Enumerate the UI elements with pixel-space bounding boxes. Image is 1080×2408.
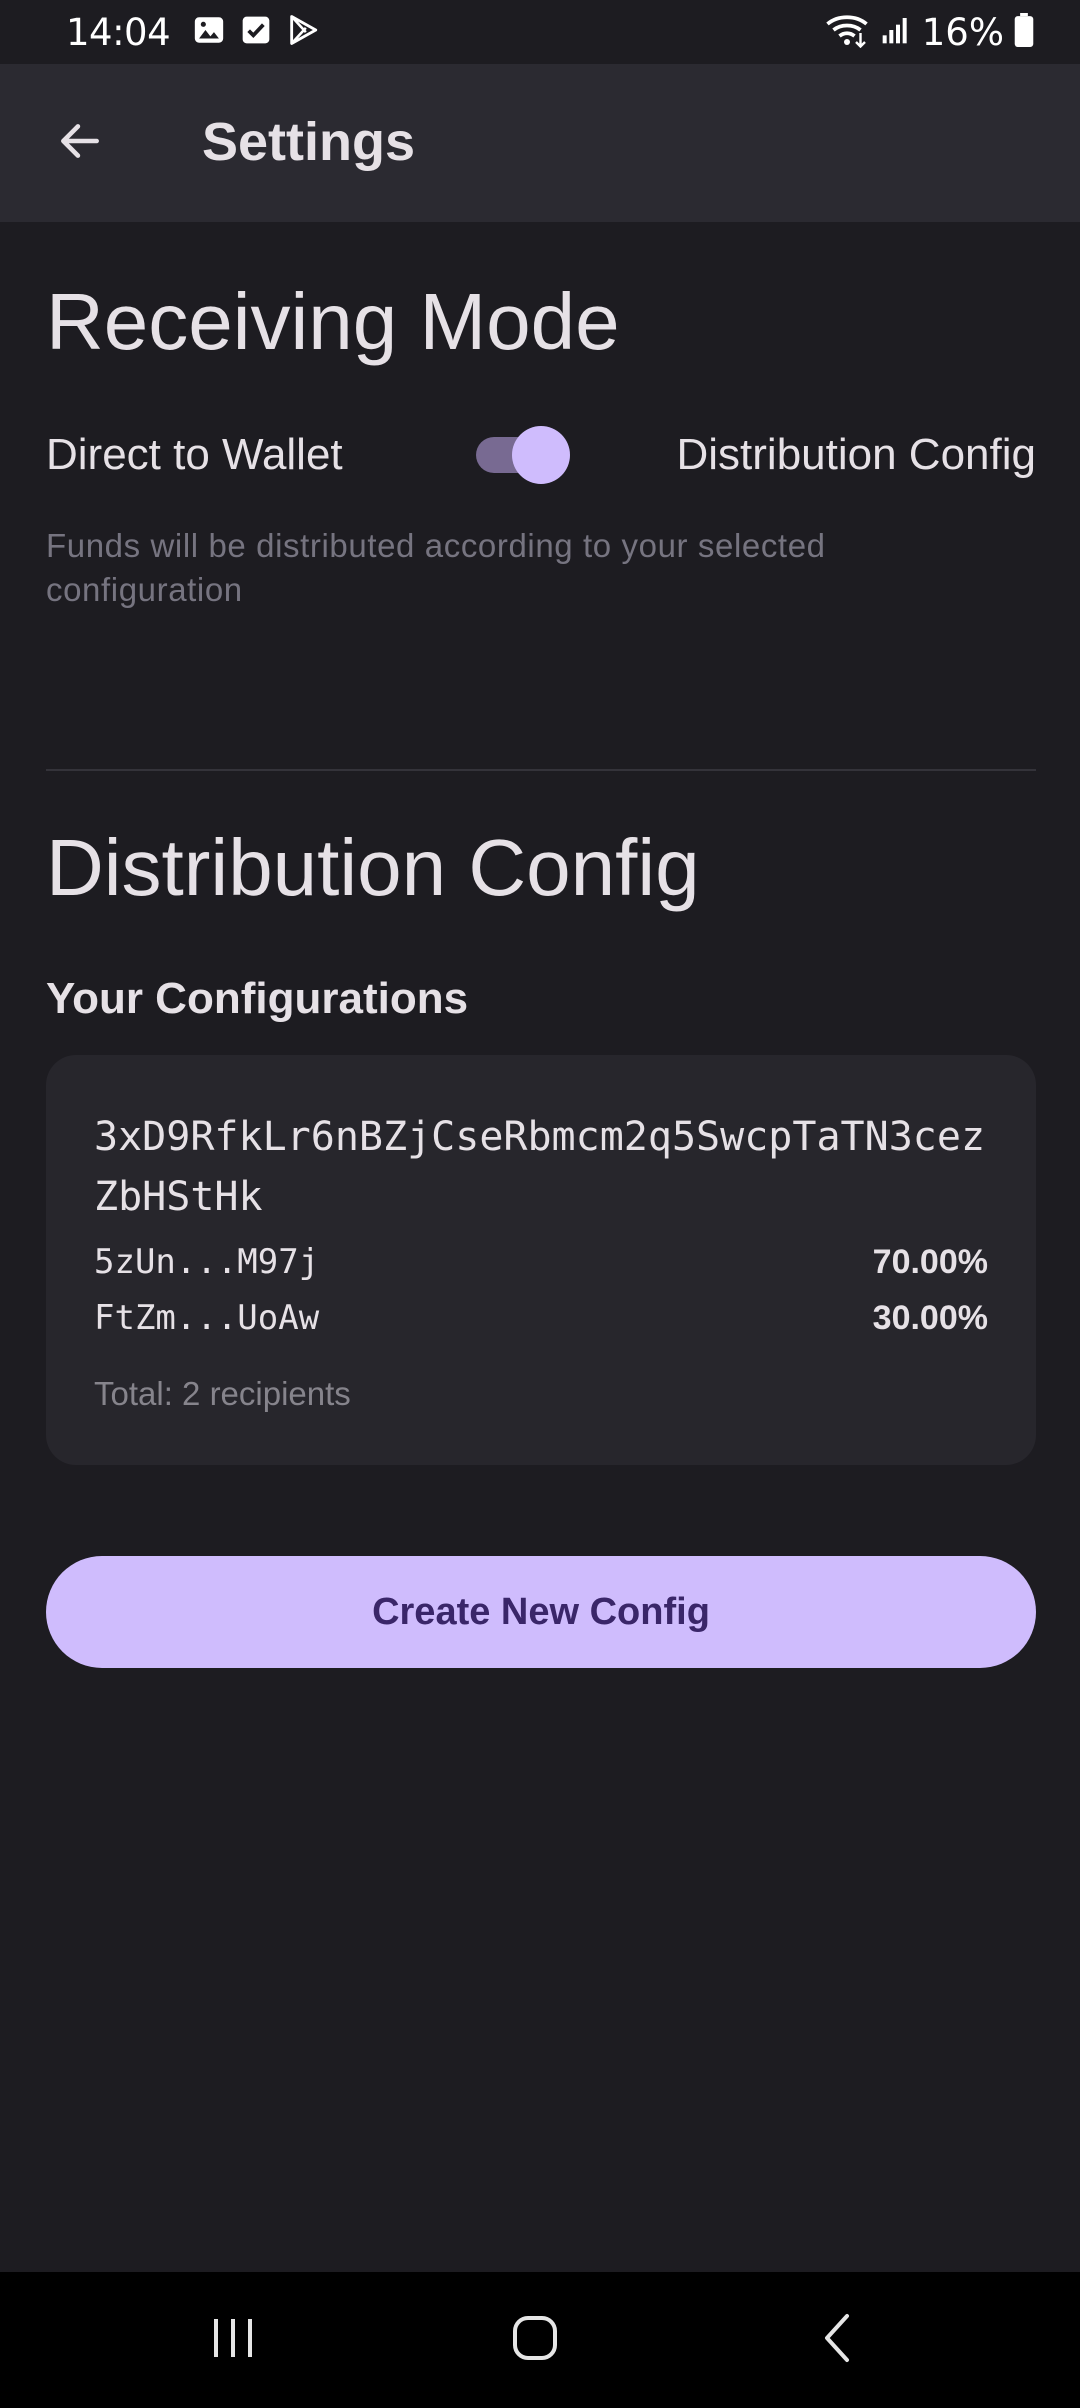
status-left: 14:04 bbox=[66, 11, 320, 54]
battery-text: 16% bbox=[921, 10, 1004, 54]
config-id: 3xD9RfkLr6nBZjCseRbmcm2q5SwcpTaTN3cezZbH… bbox=[94, 1114, 986, 1220]
receiving-mode-heading: Receiving Mode bbox=[46, 277, 620, 366]
check-square-icon bbox=[240, 14, 272, 51]
status-time: 14:04 bbox=[66, 10, 171, 54]
distribution-config-label: Distribution Config bbox=[676, 430, 1037, 479]
recipients-total: Total: 2 recipients bbox=[94, 1375, 351, 1412]
recipient-row: FtZm...UoAw 30.00% bbox=[94, 1293, 988, 1343]
back-icon bbox=[817, 2312, 857, 2369]
notification-icons bbox=[192, 13, 320, 52]
back-button[interactable] bbox=[44, 107, 116, 179]
recipient-share: 70.00% bbox=[872, 1242, 988, 1281]
system-back-button[interactable] bbox=[782, 2300, 892, 2380]
home-icon bbox=[510, 2313, 560, 2368]
your-configurations-heading: Your Configurations bbox=[46, 974, 469, 1023]
battery-icon bbox=[1014, 12, 1034, 52]
wifi-icon bbox=[824, 12, 870, 53]
play-store-icon bbox=[286, 13, 320, 52]
image-icon bbox=[192, 13, 226, 52]
direct-to-wallet-label: Direct to Wallet bbox=[46, 430, 343, 479]
create-new-config-button[interactable]: Create New Config bbox=[46, 1556, 1036, 1668]
app-bar: Settings bbox=[0, 64, 1080, 222]
status-bar: 14:04 16% bbox=[0, 0, 1080, 64]
create-new-config-label: Create New Config bbox=[372, 1590, 710, 1633]
section-divider bbox=[46, 769, 1036, 771]
distribution-config-heading: Distribution Config bbox=[46, 823, 700, 912]
receiving-mode-toggle-row: Direct to Wallet Distribution Config bbox=[46, 420, 1036, 490]
system-nav-bar bbox=[0, 2272, 1080, 2408]
recipient-row: 5zUn...M97j 70.00% bbox=[94, 1237, 988, 1287]
recipient-address: FtZm...UoAw bbox=[94, 1298, 320, 1338]
status-right: 16% bbox=[824, 11, 1034, 54]
home-button[interactable] bbox=[480, 2300, 590, 2380]
recents-icon bbox=[208, 2315, 258, 2366]
recipient-share: 30.00% bbox=[872, 1298, 988, 1337]
recents-button[interactable] bbox=[178, 2300, 288, 2380]
arrow-left-icon bbox=[55, 116, 105, 171]
signal-icon bbox=[880, 14, 912, 51]
receiving-mode-helper: Funds will be distributed according to y… bbox=[46, 527, 826, 608]
config-card[interactable]: 3xD9RfkLr6nBZjCseRbmcm2q5SwcpTaTN3cezZbH… bbox=[46, 1055, 1036, 1465]
recipient-address: 5zUn...M97j bbox=[94, 1242, 320, 1282]
page-title: Settings bbox=[202, 112, 416, 172]
switch-thumb bbox=[512, 426, 570, 484]
receiving-mode-switch[interactable] bbox=[470, 426, 570, 484]
